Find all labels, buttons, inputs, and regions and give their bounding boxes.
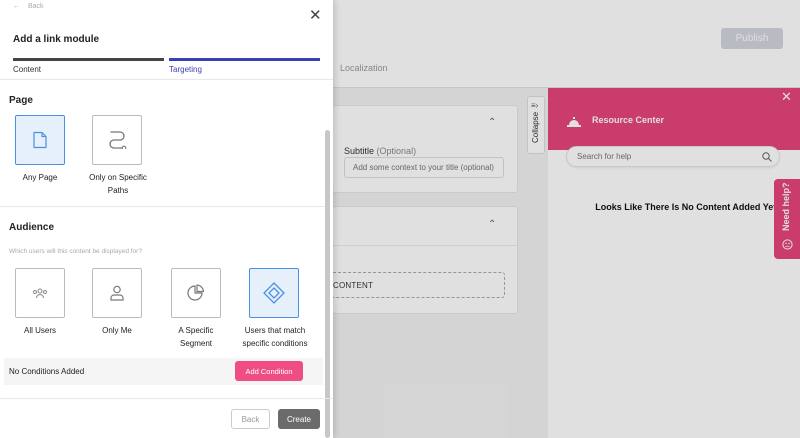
footer-divider xyxy=(0,398,333,399)
option-all-users[interactable] xyxy=(15,268,65,318)
modal-title: Add a link module xyxy=(13,34,100,45)
tabs-divider xyxy=(0,79,333,80)
tab-targeting[interactable]: Targeting xyxy=(169,65,202,74)
conditions-row: No Conditions Added Add Condition xyxy=(4,358,323,385)
audience-subtitle: Which users will this content be display… xyxy=(9,248,142,255)
page-section-title: Page xyxy=(9,95,33,106)
option-specific-conditions[interactable] xyxy=(249,268,299,318)
back-link[interactable]: ← Back xyxy=(13,3,44,10)
option-any-page[interactable] xyxy=(15,115,65,165)
option-specific-segment-label: A Specific Segment xyxy=(178,326,214,348)
add-condition-button[interactable]: Add Condition xyxy=(235,361,303,381)
option-only-me[interactable] xyxy=(92,268,142,318)
option-only-me-label: Only Me xyxy=(102,326,132,335)
create-button[interactable]: Create xyxy=(278,409,320,429)
user-icon xyxy=(110,285,124,301)
option-any-page-label: Any Page xyxy=(22,173,58,182)
page-icon xyxy=(33,131,47,149)
tab-targeting-indicator xyxy=(169,58,320,61)
section-divider xyxy=(0,206,325,207)
arrow-left-icon: ← xyxy=(13,3,20,10)
option-all-users-label: All Users xyxy=(23,326,56,335)
back-button[interactable]: Back xyxy=(231,409,270,429)
users-icon xyxy=(33,288,47,299)
tab-content[interactable]: Content xyxy=(13,65,41,74)
pie-chart-icon xyxy=(187,284,205,301)
tab-content-indicator xyxy=(13,58,164,61)
diamond-icon xyxy=(263,282,285,304)
scrollbar[interactable] xyxy=(325,130,330,438)
no-conditions-text: No Conditions Added xyxy=(9,367,85,376)
close-icon[interactable]: ✕ xyxy=(309,8,322,23)
add-link-module-panel: ← Back ✕ Add a link module Content Target… xyxy=(0,0,333,438)
option-specific-paths-label: Only on Specific Paths xyxy=(89,173,147,195)
option-specific-paths[interactable] xyxy=(92,115,142,165)
option-specific-conditions-label: Users that match specific conditions xyxy=(242,326,308,348)
audience-section-title: Audience xyxy=(9,222,55,233)
path-icon xyxy=(109,131,127,149)
option-specific-segment[interactable] xyxy=(171,268,221,318)
